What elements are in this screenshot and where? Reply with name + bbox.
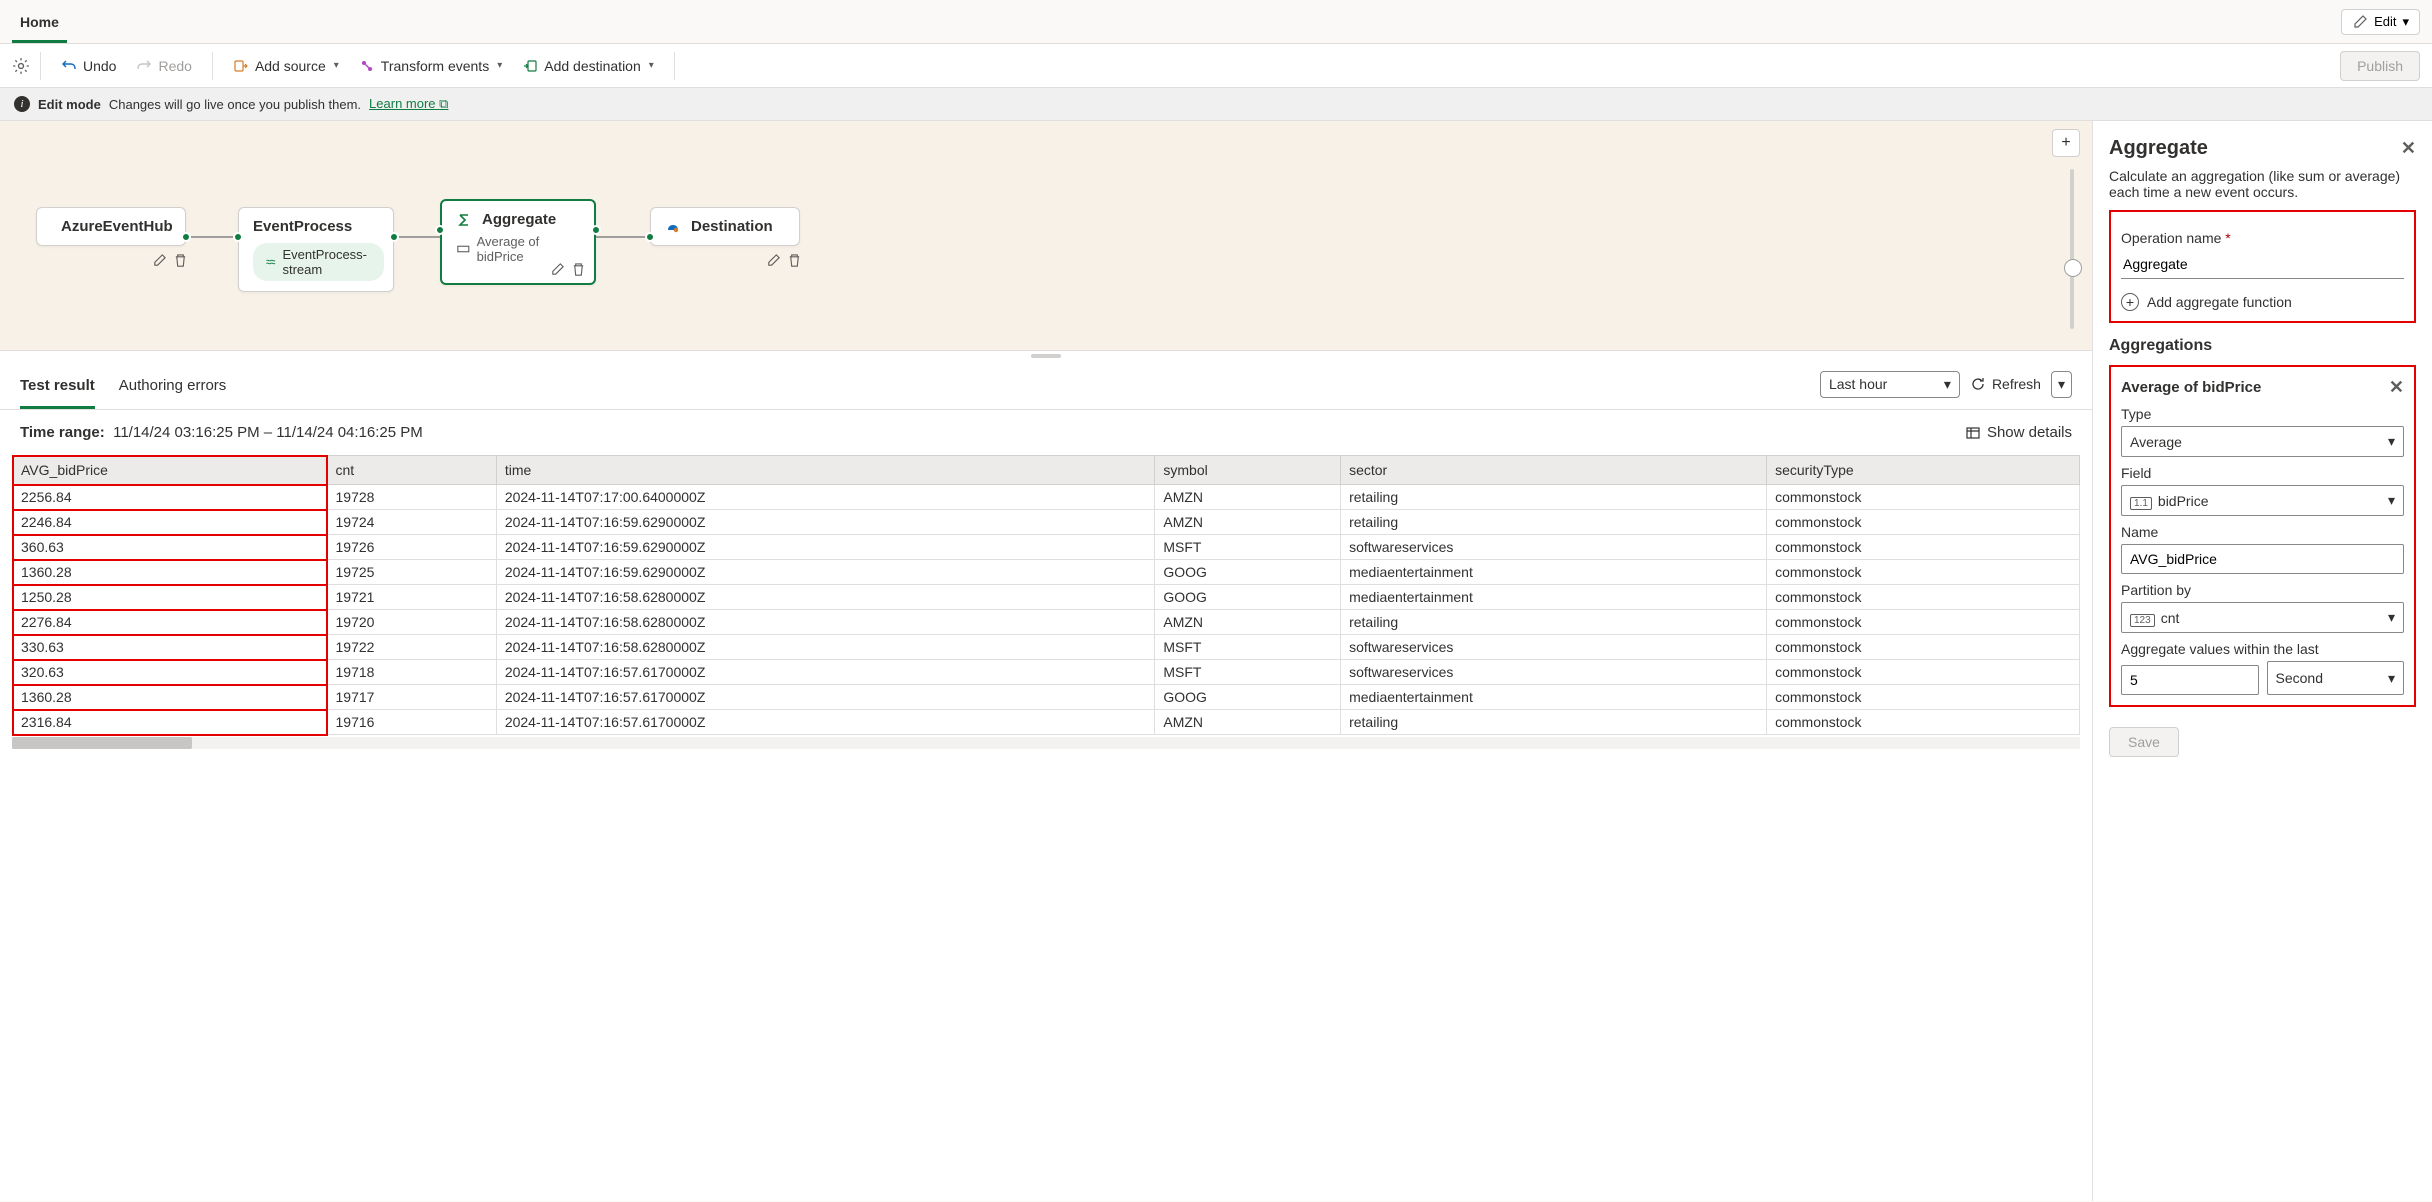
tab-authoring-errors[interactable]: Authoring errors xyxy=(119,367,227,409)
delete-icon[interactable] xyxy=(787,253,802,268)
partition-select[interactable]: 123cnt ▾ xyxy=(2121,602,2404,633)
refresh-icon xyxy=(1970,376,1986,392)
show-details-button[interactable]: Show details xyxy=(1965,424,2072,441)
aggregate-config-panel: Aggregate ✕ Calculate an aggregation (li… xyxy=(2092,121,2432,1201)
operation-name-input[interactable] xyxy=(2121,250,2404,279)
table-row: 2256.84197282024-11-14T07:17:00.6400000Z… xyxy=(13,485,2080,510)
aggregations-heading: Aggregations xyxy=(2109,337,2416,355)
undo-button[interactable]: Undo xyxy=(51,52,126,80)
chevron-down-icon: ▾ xyxy=(2388,609,2395,626)
time-range-label: Time range: xyxy=(20,424,105,441)
destination-icon xyxy=(665,219,681,235)
horizontal-scrollbar[interactable] xyxy=(12,737,2080,749)
column-header[interactable]: securityType xyxy=(1767,456,2080,485)
time-filter-select[interactable]: Last hour ▾ xyxy=(1820,371,1960,398)
table-row: 320.63197182024-11-14T07:16:57.6170000ZM… xyxy=(13,660,2080,685)
edit-icon[interactable] xyxy=(550,262,565,277)
add-aggregate-function[interactable]: + Add aggregate function xyxy=(2121,293,2404,311)
sigma-icon xyxy=(456,212,472,228)
plus-icon: + xyxy=(2121,293,2139,311)
column-header[interactable]: time xyxy=(496,456,1155,485)
info-icon: i xyxy=(14,96,30,112)
tab-test-result[interactable]: Test result xyxy=(20,367,95,409)
chevron-down-icon: ▾ xyxy=(497,60,502,71)
publish-button: Publish xyxy=(2340,51,2420,81)
node-source[interactable]: AzureEventHub xyxy=(36,207,186,246)
close-icon[interactable]: ✕ xyxy=(2401,138,2416,159)
results-table: AVG_bidPricecnttimesymbolsectorsecurityT… xyxy=(12,455,2080,735)
undo-icon xyxy=(61,58,77,74)
table-row: 1360.28197172024-11-14T07:16:57.6170000Z… xyxy=(13,685,2080,710)
refresh-options[interactable]: ▾ xyxy=(2051,371,2072,398)
column-header[interactable]: sector xyxy=(1341,456,1767,485)
redo-icon xyxy=(136,58,152,74)
edit-icon[interactable] xyxy=(152,253,167,268)
time-range-value: 11/14/24 03:16:25 PM – 11/14/24 04:16:25… xyxy=(113,424,423,441)
external-link-icon: ⧉ xyxy=(439,96,448,111)
stream-icon xyxy=(265,254,276,270)
table-row: 360.63197262024-11-14T07:16:59.6290000ZM… xyxy=(13,535,2080,560)
chevron-down-icon: ▾ xyxy=(2388,433,2395,450)
transform-icon xyxy=(359,58,375,74)
chevron-down-icon: ▾ xyxy=(1944,376,1951,393)
settings-icon[interactable] xyxy=(12,57,30,75)
learn-more-link[interactable]: Learn more ⧉ xyxy=(369,96,448,112)
edit-icon[interactable] xyxy=(766,253,781,268)
add-source-button[interactable]: Add source ▾ xyxy=(223,52,349,80)
type-select[interactable]: Average ▾ xyxy=(2121,426,2404,457)
canvas-add-button[interactable]: + xyxy=(2052,129,2080,157)
edit-dropdown[interactable]: Edit ▾ xyxy=(2341,9,2420,35)
table-row: 330.63197222024-11-14T07:16:58.6280000ZM… xyxy=(13,635,2080,660)
aggregation-name-input[interactable] xyxy=(2121,544,2404,574)
node-eventprocess[interactable]: EventProcess EventProcess-stream xyxy=(238,207,394,292)
tab-home[interactable]: Home xyxy=(12,2,67,43)
aggregation-card: Average of bidPrice ✕ Type Average ▾ Fie… xyxy=(2109,365,2416,707)
edit-mode-banner: i Edit mode Changes will go live once yo… xyxy=(0,88,2432,121)
table-row: 2276.84197202024-11-14T07:16:58.6280000Z… xyxy=(13,610,2080,635)
pencil-icon xyxy=(2352,14,2368,30)
details-icon xyxy=(1965,425,1981,441)
chevron-down-icon: ▾ xyxy=(2388,492,2395,509)
table-row: 1360.28197252024-11-14T07:16:59.6290000Z… xyxy=(13,560,2080,585)
node-aggregate[interactable]: Aggregate Average of bidPrice xyxy=(440,199,596,285)
canvas-zoom-slider[interactable] xyxy=(2070,169,2074,329)
field-icon xyxy=(456,241,471,257)
column-header[interactable]: AVG_bidPrice xyxy=(13,456,328,485)
chevron-down-icon: ▾ xyxy=(2388,670,2395,687)
delete-icon[interactable] xyxy=(173,253,188,268)
node-destination[interactable]: Destination xyxy=(650,207,800,246)
save-button: Save xyxy=(2109,727,2179,757)
chevron-down-icon: ▾ xyxy=(649,60,654,71)
chevron-down-icon: ▾ xyxy=(334,60,339,71)
column-header[interactable]: symbol xyxy=(1155,456,1341,485)
remove-aggregation-icon[interactable]: ✕ xyxy=(2389,377,2404,398)
window-value-input[interactable] xyxy=(2121,665,2259,695)
add-destination-button[interactable]: Add destination ▾ xyxy=(512,52,664,80)
pipeline-canvas[interactable]: + AzureEventHub EventProcess xyxy=(0,121,2092,351)
field-select[interactable]: 1.1bidPrice ▾ xyxy=(2121,485,2404,516)
table-row: 2316.84197162024-11-14T07:16:57.6170000Z… xyxy=(13,710,2080,735)
window-unit-select[interactable]: Second ▾ xyxy=(2267,661,2405,695)
operation-name-section: Operation name * + Add aggregate functio… xyxy=(2109,210,2416,323)
chevron-down-icon: ▾ xyxy=(2402,14,2409,30)
refresh-button[interactable]: Refresh xyxy=(1970,376,2041,392)
table-row: 2246.84197242024-11-14T07:16:59.6290000Z… xyxy=(13,510,2080,535)
split-handle[interactable] xyxy=(0,351,2092,361)
redo-button: Redo xyxy=(126,52,201,80)
delete-icon[interactable] xyxy=(571,262,586,277)
transform-events-button[interactable]: Transform events ▾ xyxy=(349,52,512,80)
add-source-icon xyxy=(233,58,249,74)
column-header[interactable]: cnt xyxy=(327,456,496,485)
table-row: 1250.28197212024-11-14T07:16:58.6280000Z… xyxy=(13,585,2080,610)
add-destination-icon xyxy=(522,58,538,74)
